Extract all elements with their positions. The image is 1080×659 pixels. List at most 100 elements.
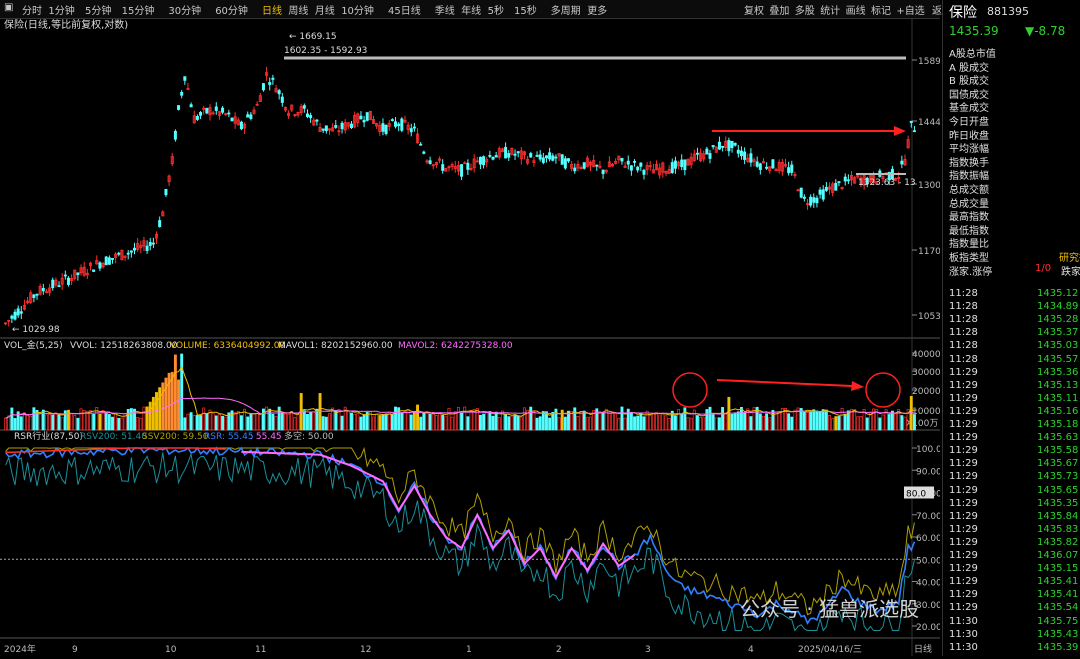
toolbar-right-6[interactable]: +自选 bbox=[896, 2, 924, 17]
candle-body bbox=[117, 252, 121, 255]
main-y-tick: 1053 bbox=[918, 312, 940, 322]
volume-bar bbox=[485, 411, 489, 431]
rsr-header-0: RSR行业(87,50) bbox=[14, 430, 83, 442]
candle-body bbox=[563, 158, 567, 169]
volume-bar bbox=[340, 415, 344, 431]
volume-bar bbox=[425, 412, 429, 431]
candle-body bbox=[315, 119, 319, 122]
low-label: ← 1029.98 bbox=[12, 325, 60, 335]
grid-icon[interactable]: ▣ bbox=[4, 2, 13, 13]
volume-bar bbox=[673, 415, 677, 431]
volume-bar bbox=[582, 410, 586, 431]
period-16[interactable]: 更多 bbox=[587, 2, 607, 17]
candle-body bbox=[683, 159, 687, 171]
x-axis-label: 4 bbox=[748, 645, 754, 655]
volume-bar bbox=[579, 411, 583, 431]
candle-body bbox=[280, 96, 284, 103]
candle-body bbox=[261, 83, 265, 91]
rsr-marker-label: 80.0 bbox=[906, 490, 926, 500]
toolbar-right-1[interactable]: 叠加 bbox=[769, 2, 789, 17]
volume-bar bbox=[381, 414, 385, 431]
period-8[interactable]: 月线 bbox=[315, 2, 335, 17]
volume-bar bbox=[516, 415, 520, 431]
chart-area[interactable]: 保险(日线,等比前复权,对数) 1589 1444 1300 1170 1053 ← 166… bbox=[0, 18, 942, 656]
candle-body bbox=[10, 315, 14, 319]
volume-bar bbox=[195, 414, 199, 431]
x-axis-label: 9 bbox=[72, 645, 78, 655]
quote-panel: 保险 881395 1435.39 ▼-8.78 A股总市值 A 股成交 B 股成交… bbox=[942, 0, 1080, 656]
chart-svg[interactable]: 保险(日线,等比前复权,对数) 1589 1444 1300 1170 1053 ← 166… bbox=[0, 18, 942, 656]
candle-body bbox=[560, 154, 564, 165]
volume-bar bbox=[469, 410, 473, 431]
period-6[interactable]: 日线 bbox=[262, 2, 282, 17]
volume-bar bbox=[441, 414, 445, 431]
volume-bar bbox=[692, 409, 696, 431]
volume-bar bbox=[142, 406, 146, 431]
volume-bar bbox=[529, 406, 533, 431]
candle-body bbox=[727, 140, 731, 152]
candle-body bbox=[626, 160, 630, 165]
period-10[interactable]: 45日线 bbox=[388, 2, 421, 17]
period-11[interactable]: 季线 bbox=[435, 2, 455, 17]
period-14[interactable]: 15秒 bbox=[514, 2, 537, 17]
candle-body bbox=[277, 90, 281, 95]
candle-body bbox=[834, 182, 838, 191]
candle-body bbox=[680, 159, 684, 168]
candle-body bbox=[419, 143, 423, 146]
candle-body bbox=[230, 117, 234, 122]
volume-bar bbox=[532, 411, 536, 431]
x-axis-label: 1 bbox=[466, 645, 472, 655]
volume-bar bbox=[416, 404, 419, 431]
volume-header-2: VOLUME: 6336404992.00 bbox=[170, 341, 285, 351]
period-2[interactable]: 5分钟 bbox=[85, 2, 111, 17]
toolbar-right-0[interactable]: 复权 bbox=[744, 2, 764, 17]
toolbar-right-4[interactable]: 画线 bbox=[846, 2, 866, 17]
volume-bar bbox=[818, 412, 822, 431]
period-9[interactable]: 10分钟 bbox=[341, 2, 374, 17]
volume-bar bbox=[274, 416, 278, 431]
down-label: 跌家 bbox=[1061, 266, 1080, 278]
volume-bar bbox=[853, 409, 857, 431]
volume-bar bbox=[438, 412, 442, 431]
candle-body bbox=[32, 294, 36, 298]
period-7[interactable]: 周线 bbox=[288, 2, 308, 17]
volume-bar bbox=[793, 409, 797, 431]
candle-body bbox=[428, 160, 432, 164]
volume-bar bbox=[538, 416, 542, 431]
candle-body bbox=[595, 164, 599, 167]
period-15[interactable]: 多周期 bbox=[551, 2, 581, 17]
volume-bar bbox=[466, 416, 470, 431]
period-0[interactable]: 分时 bbox=[22, 2, 42, 17]
candle-body bbox=[133, 247, 137, 251]
volume-bar bbox=[812, 409, 816, 431]
volume-bar bbox=[22, 412, 26, 431]
volume-bar bbox=[265, 406, 269, 431]
volume-bar bbox=[45, 414, 48, 431]
period-3[interactable]: 15分钟 bbox=[122, 2, 155, 17]
candle-body bbox=[755, 161, 759, 167]
volume-bar bbox=[708, 406, 712, 431]
period-5[interactable]: 60分钟 bbox=[215, 2, 248, 17]
candle-body bbox=[381, 123, 385, 132]
main-y-tick: 1444 bbox=[918, 118, 940, 128]
main-chart-title: 保险(日线,等比前复权,对数) bbox=[4, 18, 128, 31]
period-12[interactable]: 年线 bbox=[461, 2, 481, 17]
period-1[interactable]: 1分钟 bbox=[48, 2, 74, 17]
period-13[interactable]: 5秒 bbox=[488, 2, 504, 17]
vol-y-tick: 40000 bbox=[912, 350, 940, 360]
candle-body bbox=[129, 250, 133, 253]
candle-body bbox=[491, 156, 495, 160]
candle-body bbox=[365, 112, 369, 121]
volume-bar bbox=[743, 412, 747, 431]
toolbar-right-3[interactable]: 统计 bbox=[820, 2, 840, 17]
volume-bar bbox=[661, 412, 665, 431]
candle-body bbox=[104, 256, 108, 266]
volume-bar bbox=[519, 416, 523, 431]
period-4[interactable]: 30分钟 bbox=[168, 2, 201, 17]
volume-bar bbox=[412, 411, 416, 431]
toolbar-right-5[interactable]: 标记 bbox=[871, 2, 891, 17]
candle-body bbox=[739, 150, 743, 157]
toolbar-right-2[interactable]: 多股 bbox=[795, 2, 815, 17]
volume-bar bbox=[177, 379, 180, 431]
candle-body bbox=[733, 142, 737, 146]
